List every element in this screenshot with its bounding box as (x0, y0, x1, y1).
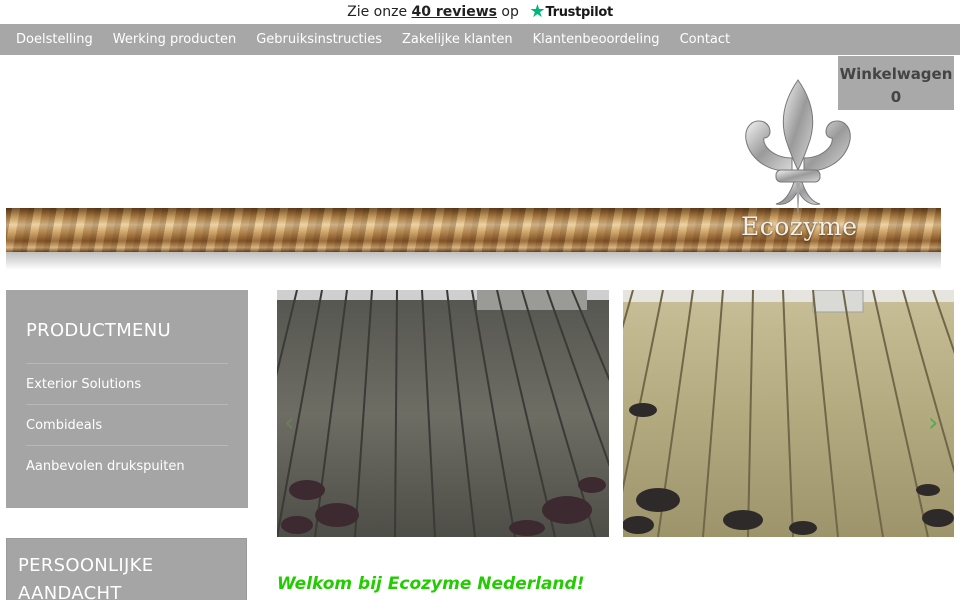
star-icon: ★ (529, 1, 546, 22)
welcome-heading: Welkom bij Ecozyme Nederland! (277, 574, 585, 594)
slide-before-image (277, 290, 609, 537)
menu-item-combideals[interactable]: Combideals (26, 405, 228, 446)
trustpilot-prefix: Zie onze (347, 4, 408, 20)
slide-after-image (623, 290, 954, 537)
reviews-link[interactable]: 40 reviews (412, 4, 497, 20)
logo-text: Ecozyme (741, 212, 858, 241)
banner-shadow (6, 252, 941, 270)
trustpilot-logo[interactable]: Trustpilot (545, 5, 613, 20)
nav-item-gebruiksinstructies[interactable]: Gebruiksinstructies (246, 24, 392, 55)
nav-item-doelstelling[interactable]: Doelstelling (6, 24, 103, 55)
product-menu-title: PRODUCTMENU (26, 320, 171, 341)
nav-item-klantenbeoordeling[interactable]: Klantenbeoordeling (523, 24, 670, 55)
personal-attention-box: PERSOONLIJKE AANDACHT (6, 538, 247, 600)
menu-item-aanbevolen-drukspuiten[interactable]: Aanbevolen drukspuiten (26, 446, 228, 487)
cart-button[interactable]: Winkelwagen 0 (838, 56, 954, 110)
trustpilot-suffix: op (501, 4, 519, 20)
nav-item-contact[interactable]: Contact (670, 24, 741, 55)
personal-attention-title: PERSOONLIJKE AANDACHT (18, 555, 154, 600)
nav-item-zakelijke-klanten[interactable]: Zakelijke klanten (392, 24, 523, 55)
chevron-right-icon[interactable]: › (928, 410, 938, 436)
cart-count: 0 (890, 88, 902, 106)
product-menu: PRODUCTMENU Exterior Solutions Combideal… (6, 290, 248, 508)
trustpilot-bar: Zie onze 40 reviews op ★Trustpilot (0, 0, 960, 24)
menu-item-exterior-solutions[interactable]: Exterior Solutions (26, 364, 228, 405)
chevron-left-icon[interactable]: ‹ (284, 410, 294, 436)
nav-item-werking-producten[interactable]: Werking producten (103, 24, 246, 55)
cart-label: Winkelwagen (839, 65, 953, 83)
main-nav: Doelstelling Werking producten Gebruiksi… (0, 24, 960, 55)
